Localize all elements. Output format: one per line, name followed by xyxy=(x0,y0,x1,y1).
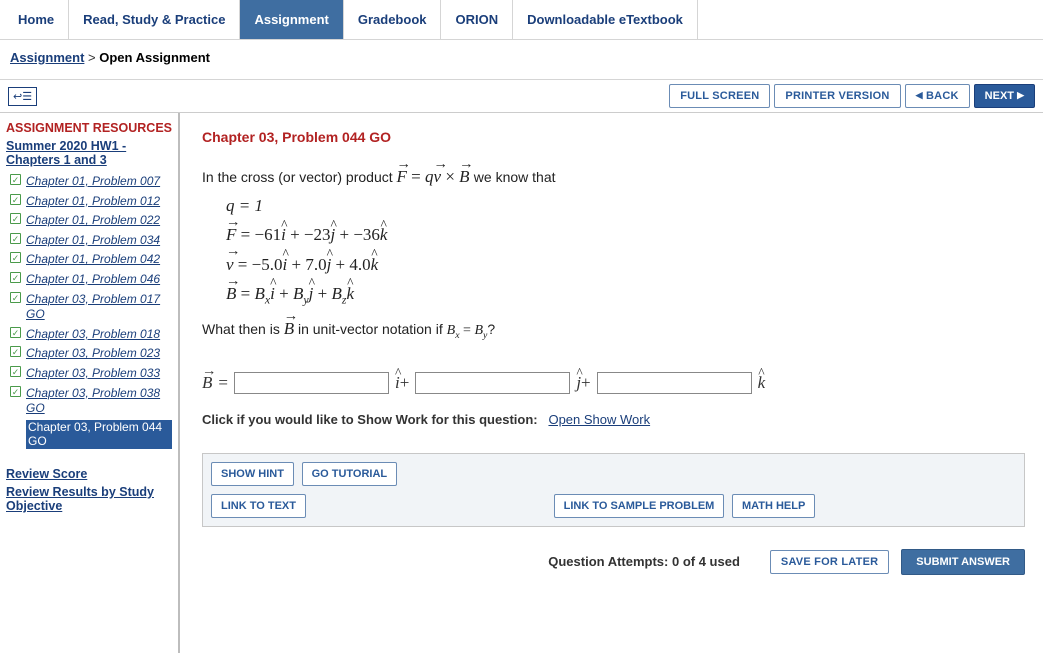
check-icon: ✓ xyxy=(10,213,21,224)
problem-link[interactable]: Chapter 01, Problem 022 xyxy=(26,213,160,227)
review-score-link[interactable]: Review Score xyxy=(6,467,172,481)
eq-B: B = Bxi + Byj + Bzk xyxy=(226,280,1025,309)
nav-etextbook[interactable]: Downloadable eTextbook xyxy=(513,0,698,39)
problem-item: ✓ Chapter 03, Problem 023 xyxy=(6,343,172,363)
problem-item: ✓ Chapter 01, Problem 042 xyxy=(6,249,172,269)
problem-link[interactable]: Chapter 01, Problem 012 xyxy=(26,194,160,208)
show-work-row: Click if you would like to Show Work for… xyxy=(202,412,1025,427)
show-work-label: Click if you would like to Show Work for… xyxy=(202,412,538,427)
problem-link[interactable]: Chapter 03, Problem 038 GO xyxy=(26,386,160,416)
vector-B2: B xyxy=(284,315,294,342)
answer-j-input[interactable] xyxy=(415,372,570,394)
intro-post: we know that xyxy=(474,169,556,185)
answer-k-input[interactable] xyxy=(597,372,752,394)
triangle-left-icon: ◀ xyxy=(916,90,923,100)
vector-F: F xyxy=(397,163,407,190)
problem-link[interactable]: Chapter 01, Problem 034 xyxy=(26,233,160,247)
nav-read-study[interactable]: Read, Study & Practice xyxy=(69,0,240,39)
review-results-link[interactable]: Review Results by Study Objective xyxy=(6,485,172,513)
problem-item: ✓ Chapter 03, Problem 033 xyxy=(6,363,172,383)
j-hat: j xyxy=(576,373,581,393)
check-icon: ✓ xyxy=(10,233,21,244)
check-icon: ✓ xyxy=(10,327,21,338)
math-help-button[interactable]: MATH HELP xyxy=(732,494,815,518)
problem-item: ✓ Chapter 01, Problem 034 xyxy=(6,230,172,250)
top-nav: Home Read, Study & Practice Assignment G… xyxy=(0,0,1043,40)
sidebar-set-title[interactable]: Summer 2020 HW1 - Chapters 1 and 3 xyxy=(6,139,172,167)
nav-assignment[interactable]: Assignment xyxy=(240,0,343,39)
go-tutorial-button[interactable]: GO TUTORIAL xyxy=(302,462,398,486)
sidebar-heading: ASSIGNMENT RESOURCES xyxy=(6,119,172,139)
check-icon: ✓ xyxy=(10,272,21,283)
eq-sign: = xyxy=(218,373,228,393)
help-box: SHOW HINT GO TUTORIAL LINK TO TEXT LINK … xyxy=(202,453,1025,527)
footer-row: Question Attempts: 0 of 4 used SAVE FOR … xyxy=(202,541,1025,575)
problem-item-current: Chapter 03, Problem 044 GO xyxy=(6,418,172,451)
problem-title: Chapter 03, Problem 044 GO xyxy=(202,129,1025,145)
what-then-post: in unit-vector notation if xyxy=(298,321,447,337)
vector-B: B xyxy=(459,163,469,190)
answer-row: B = i+ j+ k xyxy=(202,372,1025,394)
submit-answer-button[interactable]: SUBMIT ANSWER xyxy=(901,549,1025,575)
problem-item: ✓ Chapter 03, Problem 018 xyxy=(6,324,172,344)
check-icon: ✓ xyxy=(10,194,21,205)
problem-item: ✓ Chapter 03, Problem 017 GO xyxy=(6,289,172,324)
problem-item: ✓ Chapter 01, Problem 012 xyxy=(6,191,172,211)
show-hint-button[interactable]: SHOW HINT xyxy=(211,462,294,486)
link-to-sample-button[interactable]: LINK TO SAMPLE PROBLEM xyxy=(554,494,725,518)
save-for-later-button[interactable]: SAVE FOR LATER xyxy=(770,550,889,574)
next-button[interactable]: NEXT ▶ xyxy=(974,84,1035,108)
check-icon: ✓ xyxy=(10,174,21,185)
problem-link[interactable]: Chapter 03, Problem 023 xyxy=(26,346,160,360)
eq-F: F = −61i + −23j + −36k xyxy=(226,221,1025,248)
return-list-icon[interactable]: ↩☰ xyxy=(8,87,37,106)
answer-i-input[interactable] xyxy=(234,372,389,394)
breadcrumb-sep: > xyxy=(84,50,99,65)
check-icon: ✓ xyxy=(10,366,21,377)
triangle-right-icon: ▶ xyxy=(1017,90,1024,100)
vector-v: v xyxy=(434,163,442,190)
back-button[interactable]: ◀ BACK xyxy=(905,84,970,108)
problem-link[interactable]: Chapter 01, Problem 046 xyxy=(26,272,160,286)
nav-gradebook[interactable]: Gradebook xyxy=(344,0,442,39)
problem-link[interactable]: Chapter 01, Problem 042 xyxy=(26,252,160,266)
i-hat: i xyxy=(395,373,400,393)
main-content: Chapter 03, Problem 044 GO In the cross … xyxy=(180,113,1043,653)
breadcrumb-parent[interactable]: Assignment xyxy=(10,50,84,65)
k-hat: k xyxy=(758,373,766,393)
intro-pre: In the cross (or vector) product xyxy=(202,169,397,185)
problem-item: ✓ Chapter 03, Problem 038 GO xyxy=(6,383,172,418)
check-icon: ✓ xyxy=(10,292,21,303)
problem-item: ✓ Chapter 01, Problem 022 xyxy=(6,210,172,230)
check-icon: ✓ xyxy=(10,252,21,263)
toolbar: ↩☰ FULL SCREEN PRINTER VERSION ◀ BACK NE… xyxy=(0,80,1043,113)
printer-version-button[interactable]: PRINTER VERSION xyxy=(774,84,900,108)
breadcrumb-current: Open Assignment xyxy=(99,50,210,65)
nav-home[interactable]: Home xyxy=(4,0,69,39)
sidebar: ASSIGNMENT RESOURCES Summer 2020 HW1 - C… xyxy=(0,113,180,653)
question-attempts: Question Attempts: 0 of 4 used xyxy=(548,554,740,569)
fullscreen-button[interactable]: FULL SCREEN xyxy=(669,84,770,108)
eq-q: q = 1 xyxy=(226,192,1025,219)
nav-orion[interactable]: ORION xyxy=(441,0,513,39)
problem-link[interactable]: Chapter 03, Problem 017 GO xyxy=(26,292,160,322)
breadcrumb: Assignment > Open Assignment xyxy=(0,40,1043,80)
vector-B-answer: B xyxy=(202,373,212,393)
link-to-text-button[interactable]: LINK TO TEXT xyxy=(211,494,306,518)
problem-body: In the cross (or vector) product F = qv … xyxy=(202,163,1025,344)
what-then: What then is xyxy=(202,321,284,337)
problem-link[interactable]: Chapter 01, Problem 007 xyxy=(26,174,160,188)
problem-link[interactable]: Chapter 03, Problem 044 GO xyxy=(26,420,172,449)
problem-item: ✓ Chapter 01, Problem 046 xyxy=(6,269,172,289)
check-icon: ✓ xyxy=(10,346,21,357)
problem-link[interactable]: Chapter 03, Problem 018 xyxy=(26,327,160,341)
problem-list: ✓ Chapter 01, Problem 007 ✓ Chapter 01, Pr… xyxy=(6,171,172,451)
check-icon: ✓ xyxy=(10,386,21,397)
open-show-work-link[interactable]: Open Show Work xyxy=(548,412,650,427)
problem-item: ✓ Chapter 01, Problem 007 xyxy=(6,171,172,191)
problem-link[interactable]: Chapter 03, Problem 033 xyxy=(26,366,160,380)
